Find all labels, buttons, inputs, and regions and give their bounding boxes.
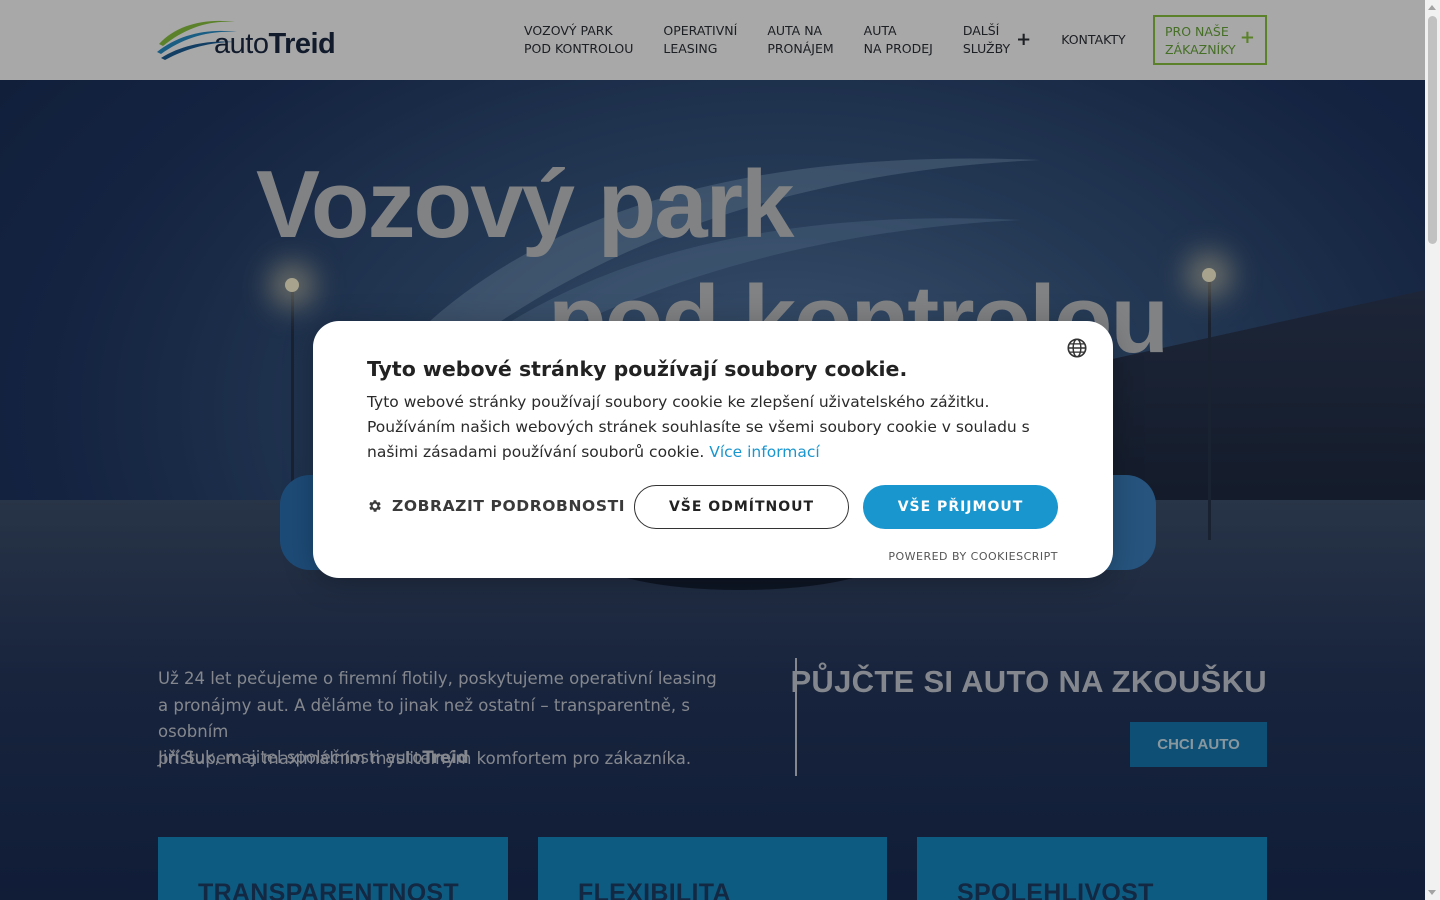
page-scrollbar[interactable]	[1425, 0, 1440, 900]
cookie-title: Tyto webové stránky používají soubory co…	[367, 357, 908, 381]
scroll-down-arrow-icon[interactable]	[1428, 890, 1436, 895]
scroll-up-arrow-icon[interactable]	[1428, 5, 1436, 10]
accept-all-button[interactable]: VŠE PŘIJMOUT	[863, 485, 1058, 529]
gear-icon	[369, 500, 381, 512]
decline-all-button[interactable]: VŠE ODMÍTNOUT	[634, 485, 849, 529]
more-info-link[interactable]: Více informací	[709, 443, 820, 461]
show-details-button[interactable]: ZOBRAZIT PODROBNOSTI	[367, 497, 625, 515]
cookie-consent-dialog: Tyto webové stránky používají soubory co…	[313, 321, 1113, 578]
show-details-label: ZOBRAZIT PODROBNOSTI	[392, 497, 626, 515]
scroll-thumb[interactable]	[1428, 16, 1437, 244]
globe-icon[interactable]	[1066, 337, 1088, 359]
cookie-text: Tyto webové stránky používají soubory co…	[367, 390, 1047, 465]
cookie-body-text: Tyto webové stránky používají soubory co…	[367, 393, 1030, 461]
powered-by-link[interactable]: POWERED BY COOKIESCRIPT	[888, 550, 1058, 563]
